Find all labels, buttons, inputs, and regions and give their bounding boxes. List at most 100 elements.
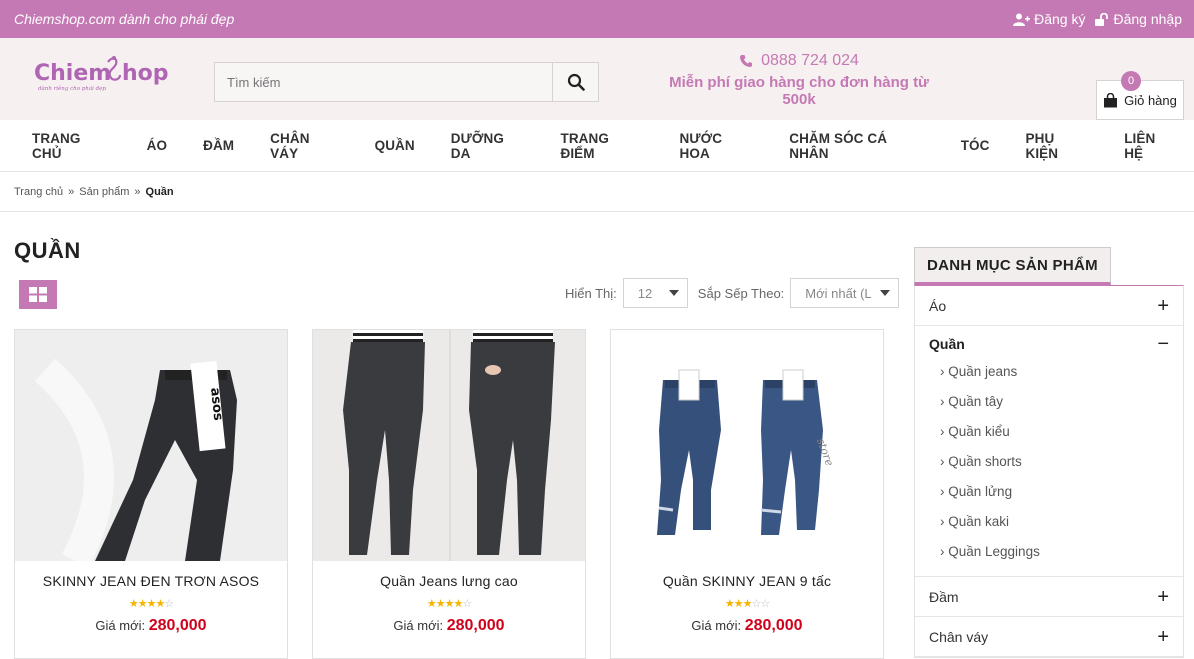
- nav-item-cham-soc[interactable]: CHĂM SÓC CÁ NHÂN: [771, 131, 942, 161]
- category-item-quan: Quần − › Quần jeans › Quần tây › Quần ki…: [915, 326, 1183, 577]
- category-item-ao[interactable]: Áo +: [915, 286, 1183, 326]
- product-name[interactable]: Quần SKINNY JEAN 9 tấc: [611, 573, 883, 589]
- hotline-number: 0888 724 024: [761, 52, 859, 69]
- subcategory-label: Quần Leggings: [948, 543, 1040, 559]
- price-label: Giá mới:: [393, 618, 444, 633]
- star-icon: ★: [137, 598, 148, 610]
- hotline-phone[interactable]: 0888 724 024: [666, 52, 932, 70]
- nav-item-quan[interactable]: QUẦN: [357, 138, 433, 153]
- product-card[interactable]: asos SKINNY JEAN ĐEN TRƠN ASOS ★★★★☆ Giá…: [14, 329, 288, 659]
- product-price: Giá mới: 280,000: [313, 617, 585, 635]
- site-logo[interactable]: Chiem hop dành riêng cho phái đẹp: [34, 52, 174, 102]
- product-image[interactable]: asos: [15, 330, 287, 561]
- subcategory-item[interactable]: › Quần Leggings: [929, 536, 1169, 566]
- nav-item-trang-diem[interactable]: TRANG ĐIỂM: [542, 131, 661, 161]
- grid-view-button[interactable]: [19, 280, 57, 309]
- subcategory-item[interactable]: › Quần tây: [929, 386, 1169, 416]
- nav-item-chan-vay[interactable]: CHÂN VÁY: [252, 131, 356, 161]
- product-name[interactable]: Quần Jeans lưng cao: [313, 573, 585, 589]
- cart-button[interactable]: 0 Giỏ hàng: [1096, 71, 1184, 120]
- nav-item-dam[interactable]: ĐẦM: [185, 138, 252, 153]
- category-list: Áo + Quần − › Quần jeans › Quần tây › Qu…: [914, 285, 1184, 658]
- star-icon: ★: [128, 598, 139, 610]
- breadcrumb-products[interactable]: Sản phẩm: [79, 186, 129, 198]
- star-empty-icon: ☆: [164, 598, 174, 610]
- price-label: Giá mới:: [691, 618, 742, 633]
- show-count-select[interactable]: 12: [622, 278, 688, 308]
- login-link[interactable]: Đăng nhập: [1095, 11, 1182, 27]
- price-value: 280,000: [446, 617, 505, 634]
- category-label: Quần: [929, 336, 965, 352]
- category-label: Chân váy: [929, 628, 989, 645]
- category-label: Áo: [929, 297, 947, 314]
- star-empty-icon: ☆: [462, 598, 472, 610]
- sort-select[interactable]: Mới nhất (La: [790, 278, 900, 308]
- sidebar-title: DANH MỤC SẢN PHẨM: [914, 247, 1111, 285]
- search-input[interactable]: [215, 63, 552, 101]
- show-count-label: Hiển Thị:: [565, 285, 617, 301]
- star-empty-icon: ☆: [760, 598, 770, 610]
- hotline-block: 0888 724 024 Miễn phí giao hàng cho đơn …: [666, 52, 932, 108]
- subcategory-item[interactable]: › Quần shorts: [929, 446, 1169, 476]
- price-value: 280,000: [148, 617, 207, 634]
- subcategory-label: Quần shorts: [948, 453, 1022, 469]
- cart-label: Giỏ hàng: [1124, 92, 1177, 108]
- nav-item-duong-da[interactable]: DƯỠNG DA: [433, 131, 543, 161]
- free-shipping-note: Miễn phí giao hàng cho đơn hàng từ 500k: [669, 74, 929, 108]
- nav-item-phu-kien[interactable]: PHỤ KIỆN: [1007, 131, 1106, 161]
- plus-icon[interactable]: +: [1157, 627, 1169, 647]
- register-link[interactable]: Đăng ký: [1013, 11, 1085, 27]
- phone-icon: [740, 55, 753, 67]
- product-price: Giá mới: 280,000: [611, 617, 883, 635]
- star-icon: ★: [426, 598, 437, 610]
- grid-icon: [29, 287, 47, 302]
- star-icon: ★: [724, 598, 735, 610]
- shopping-bag-icon: [1104, 92, 1118, 107]
- sort-label: Sắp Sếp Theo:: [697, 285, 785, 301]
- category-item-chan-vay[interactable]: Chân váy +: [915, 617, 1183, 657]
- subcategory-item[interactable]: › Quần kiểu: [929, 416, 1169, 446]
- plus-icon[interactable]: +: [1157, 587, 1169, 607]
- breadcrumb-home[interactable]: Trang chủ: [14, 186, 63, 198]
- subcategory-label: Quần tây: [948, 393, 1004, 409]
- nav-item-trang-chu[interactable]: TRANG CHỦ: [14, 131, 129, 161]
- search-bar: [214, 62, 599, 102]
- product-card[interactable]: Quần Jeans lưng cao ★★★★☆ Giá mới: 280,0…: [312, 329, 586, 659]
- category-item-dam[interactable]: Đầm +: [915, 577, 1183, 617]
- product-image[interactable]: store: [611, 330, 883, 561]
- subcategory-label: Quần jeans: [948, 363, 1018, 379]
- nav-item-nuoc-hoa[interactable]: NƯỚC HOA: [662, 131, 772, 161]
- product-rating: ★★★☆☆: [611, 597, 883, 610]
- top-bar: Chiemshop.com dành cho phái đẹp Đăng ký …: [0, 0, 1194, 38]
- product-name[interactable]: SKINNY JEAN ĐEN TRƠN ASOS: [15, 573, 287, 589]
- cart-count-badge: 0: [1121, 71, 1141, 91]
- price-value: 280,000: [744, 617, 803, 634]
- nav-item-lien-he[interactable]: LIÊN HỆ: [1106, 131, 1194, 161]
- subcategory-item[interactable]: › Quần lửng: [929, 476, 1169, 506]
- sort-value: Mới nhất (La: [805, 285, 872, 301]
- subcategory-item[interactable]: › Quần jeans: [929, 356, 1169, 386]
- site-slogan: Chiemshop.com dành cho phái đẹp: [14, 11, 235, 27]
- svg-text:Chiem: Chiem: [34, 61, 111, 86]
- breadcrumb: Trang chủ » Sản phẩm » Quần: [0, 172, 1194, 212]
- subcategory-label: Quần kiểu: [948, 423, 1010, 439]
- minus-icon[interactable]: −: [1157, 334, 1169, 354]
- subcategory-label: Quần kaki: [948, 513, 1010, 529]
- breadcrumb-separator: »: [68, 185, 75, 198]
- breadcrumb-separator: »: [134, 185, 141, 198]
- page-title: QUẦN: [14, 238, 81, 263]
- nav-item-toc[interactable]: TÓC: [943, 138, 1008, 153]
- search-icon: [567, 73, 585, 91]
- unlock-icon: [1095, 12, 1109, 26]
- subcategory-item[interactable]: › Quần kaki: [929, 506, 1169, 536]
- category-sidebar: DANH MỤC SẢN PHẨM Áo + Quần − › Quần jea…: [914, 247, 1184, 658]
- nav-item-ao[interactable]: ÁO: [129, 138, 185, 153]
- search-button[interactable]: [552, 63, 598, 101]
- login-label: Đăng nhập: [1113, 11, 1182, 27]
- plus-icon[interactable]: +: [1157, 296, 1169, 316]
- product-image[interactable]: [313, 330, 585, 561]
- star-icon: ★: [733, 598, 744, 610]
- category-header-quan[interactable]: Quần −: [929, 334, 1169, 354]
- product-card[interactable]: store Quần SKINNY JEAN 9 tấc ★★★☆☆ Giá m…: [610, 329, 884, 659]
- star-icon: ★: [155, 598, 165, 610]
